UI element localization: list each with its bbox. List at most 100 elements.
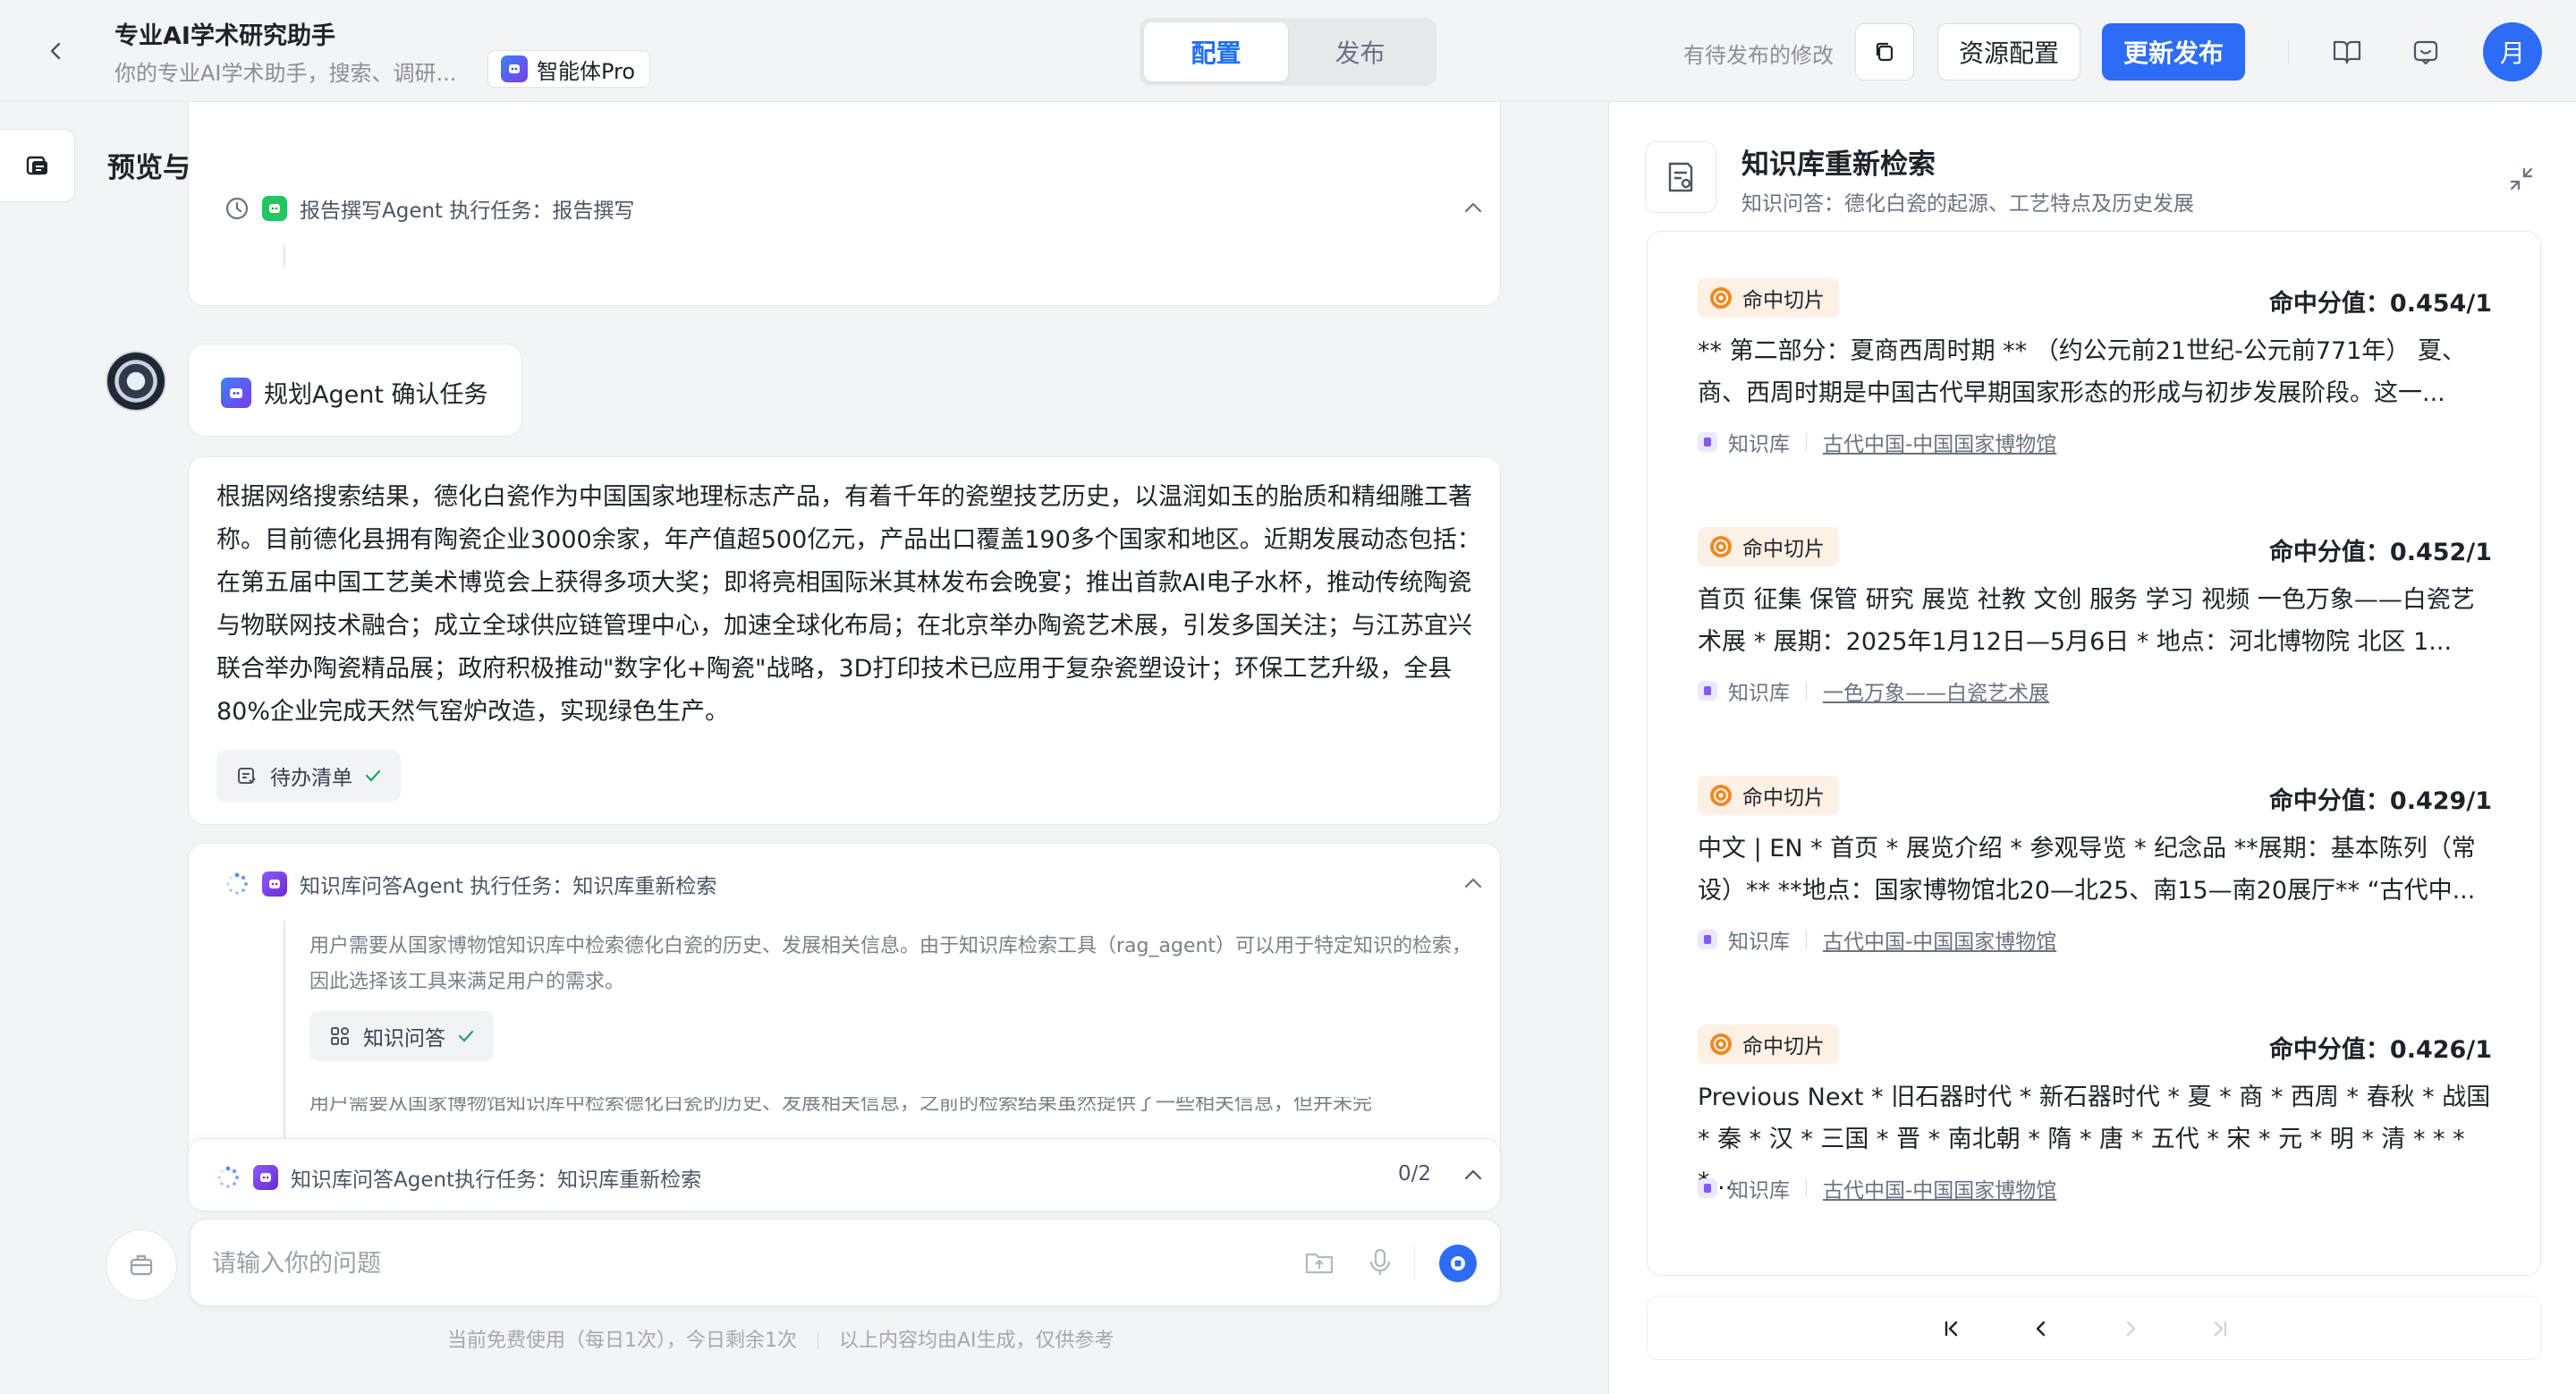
todo-list-label: 待办清单 (270, 767, 352, 790)
divider (1414, 1246, 1415, 1279)
source-type: 知识库 (1728, 682, 1790, 705)
microphone-icon (1369, 1248, 1391, 1275)
source-type: 知识库 (1728, 1179, 1790, 1203)
chevron-left-icon (2036, 1321, 2046, 1337)
source-type: 知识库 (1728, 433, 1790, 456)
hit-tag-label: 命中切片 (1742, 1035, 1825, 1058)
planning-agent-card: 规划Agent 确认任务 (188, 344, 522, 437)
loading-spinner-icon (217, 1166, 239, 1188)
grid-icon (331, 1027, 349, 1045)
bottom-task-label: 知识库问答Agent执行任务：知识库重新检索 (291, 1169, 702, 1192)
voice-input-button[interactable] (1362, 1245, 1398, 1280)
chevron-up-icon (1464, 878, 1482, 888)
resource-config-button[interactable]: 资源配置 (1937, 23, 2080, 81)
kb-task-row[interactable]: 知识库问答Agent 执行任务：知识库重新检索 (225, 869, 716, 899)
kb-agent-icon (253, 1165, 278, 1190)
stop-icon (1451, 1256, 1465, 1271)
task-progress: 0/2 (1398, 1162, 1432, 1186)
report-agent-icon (262, 196, 287, 221)
collapse-arrows-icon (2510, 167, 2533, 191)
user-avatar[interactable]: 月 (2483, 22, 2542, 81)
footer-note-disclaimer: 以上内容均由AI生成，仅供参考 (839, 1330, 1114, 1352)
divider (1806, 433, 1807, 451)
target-icon (1710, 785, 1732, 806)
pending-changes-text: 有待发布的修改 (1683, 43, 1834, 68)
tab-config[interactable]: 配置 (1144, 22, 1288, 81)
hit-tag: 命中切片 (1698, 527, 1839, 566)
source-link[interactable]: 一色万象——白瓷艺术展 (1823, 676, 2049, 706)
hit-tag: 命中切片 (1698, 278, 1839, 318)
clear-chat-button[interactable] (106, 1229, 177, 1301)
first-page-icon (1945, 1321, 1958, 1337)
book-open-icon (2333, 40, 2361, 64)
expand-tasks-button[interactable] (1461, 1162, 1486, 1187)
broom-icon (130, 1254, 153, 1276)
kb-qa-chip[interactable]: 知识问答 (309, 1011, 494, 1061)
folder-upload-icon (1305, 1253, 1334, 1274)
footer-note-usage: 当前免费使用（每日1次），今日剩余1次 (447, 1330, 797, 1352)
chevron-up-icon (1464, 1169, 1482, 1180)
target-icon (1710, 536, 1732, 557)
divider (2288, 39, 2289, 64)
knowledge-base-icon (1698, 432, 1717, 452)
side-panel-toggle[interactable] (0, 129, 75, 202)
results-list: 命中切片 命中分值：0.454/1 ** 第二部分：夏商西周时期 ** （约公元… (1647, 231, 2541, 1276)
app-title: 专业AI学术研究助手 (114, 22, 335, 50)
source-link[interactable]: 古代中国-中国国家博物馆 (1823, 924, 2056, 955)
source-row: 知识库 古代中国-中国国家博物馆 (1698, 427, 2056, 457)
top-bar: 专业AI学术研究助手 你的专业AI学术助手，搜索、调研... 智能体Pro 配置… (0, 0, 2576, 102)
todo-list-chip[interactable]: 待办清单 (216, 750, 401, 802)
chat-input-box (190, 1219, 1501, 1306)
chevron-up-icon (1464, 202, 1482, 213)
report-task-row[interactable]: 报告撰写Agent 执行任务：报告撰写 (225, 193, 634, 224)
hit-tag-label: 命中切片 (1742, 538, 1825, 561)
collapse-kb-button[interactable] (1461, 871, 1486, 896)
clock-icon (225, 197, 249, 220)
update-publish-button[interactable]: 更新发布 (2102, 23, 2245, 81)
source-row: 知识库 古代中国-中国国家博物馆 (1698, 924, 2056, 955)
question-input[interactable] (212, 1241, 1196, 1286)
answer-text: 根据网络搜索结果，德化白瓷作为中国国家地理标志产品，有着千年的瓷塑技艺历史，以温… (216, 483, 1481, 726)
tab-publish[interactable]: 发布 (1288, 22, 1432, 81)
knowledge-base-icon (1698, 681, 1717, 701)
kb-reason-clip: 用户需要从国家博物馆知识库中检索德化白瓷的历史、发展相关信息，之前的检索结果虽然… (190, 1097, 1499, 1122)
back-button[interactable] (36, 30, 77, 72)
copy-icon (1876, 42, 1894, 62)
source-link[interactable]: 古代中国-中国国家博物馆 (1823, 427, 2056, 457)
divider (1806, 931, 1807, 948)
hit-score: 命中分值：0.426/1 (2268, 1036, 2492, 1064)
result-text: 首页 征集 保管 研究 展览 社教 文创 服务 学习 视频 一色万象——白瓷艺术… (1698, 586, 2475, 656)
smile-message-icon (2413, 40, 2438, 65)
task-status-bar[interactable]: 知识库问答Agent执行任务：知识库重新检索 0/2 (188, 1138, 1501, 1211)
check-icon (458, 1030, 474, 1042)
docs-button[interactable] (2329, 34, 2365, 70)
kb-agent-icon (262, 871, 287, 897)
prev-page-button[interactable] (2023, 1311, 2059, 1347)
feedback-button[interactable] (2408, 34, 2444, 70)
target-icon (1710, 1033, 1732, 1055)
collapse-report-button[interactable] (1461, 195, 1486, 220)
source-link[interactable]: 古代中国-中国国家博物馆 (1823, 1173, 2056, 1203)
result-text: ** 第二部分：夏商西周时期 ** （约公元前21世纪-公元前771年） 夏、商… (1698, 337, 2466, 407)
hit-tag: 命中切片 (1698, 776, 1839, 815)
app-subtitle: 你的专业AI学术助手，搜索、调研... (114, 61, 457, 86)
first-page-button[interactable] (1934, 1311, 1970, 1347)
mode-switch: 配置 发布 (1140, 18, 1436, 86)
hit-score: 命中分值：0.454/1 (2268, 290, 2492, 318)
kb-result-subtitle: 知识问答：德化白瓷的起源、工艺特点及历史发展 (1741, 192, 2194, 216)
kb-result-title: 知识库重新检索 (1741, 149, 1936, 181)
upload-folder-button[interactable] (1301, 1245, 1337, 1280)
copy-button[interactable] (1855, 23, 1914, 81)
next-page-button[interactable] (2113, 1311, 2148, 1347)
hit-score: 命中分值：0.452/1 (2268, 539, 2492, 566)
agent-pro-badge[interactable]: 智能体Pro (487, 50, 651, 88)
last-page-button[interactable] (2202, 1311, 2238, 1347)
bot-avatar (106, 351, 166, 412)
pagination (1647, 1296, 2541, 1360)
collapse-panel-button[interactable] (2504, 161, 2539, 197)
hit-tag-label: 命中切片 (1742, 289, 1825, 312)
source-type: 知识库 (1728, 931, 1790, 954)
planning-agent-label: 规划Agent 确认任务 (264, 381, 488, 409)
stop-generation-button[interactable] (1439, 1245, 1477, 1282)
chevron-right-icon (2126, 1321, 2136, 1337)
